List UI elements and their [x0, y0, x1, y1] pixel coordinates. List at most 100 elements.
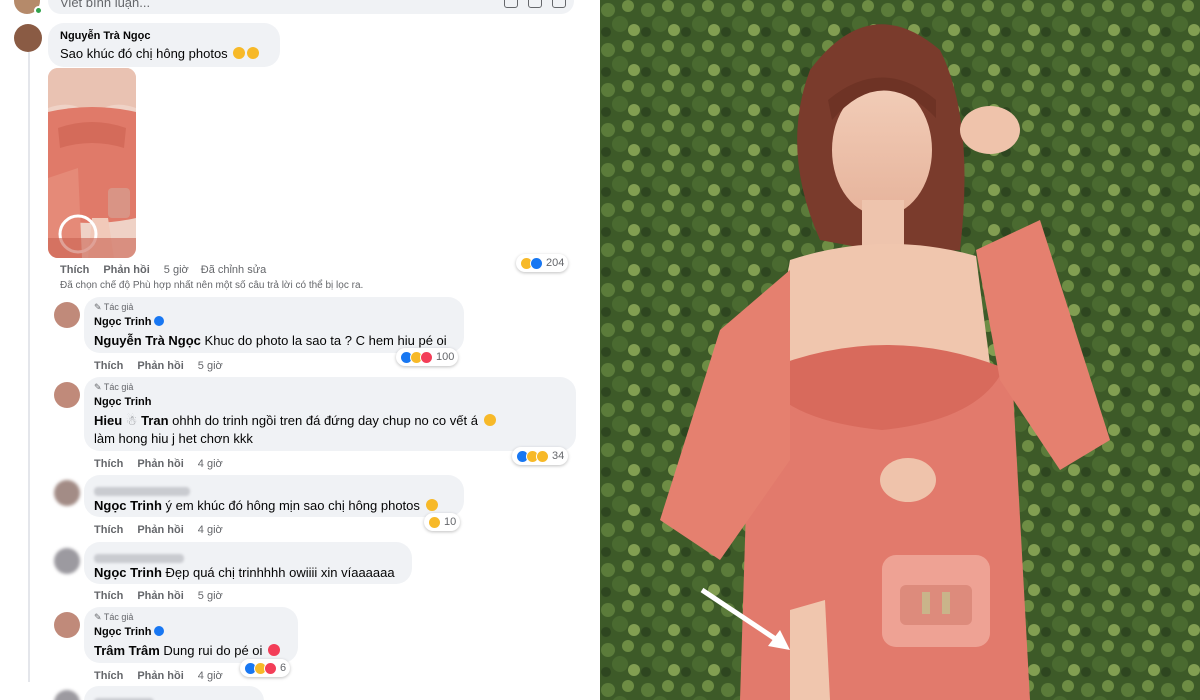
thread-line: [28, 52, 30, 682]
mention-first[interactable]: Hieu: [94, 413, 122, 428]
grin-emoji-icon: [247, 47, 260, 59]
reaction-count: 10: [444, 516, 457, 528]
comment-actions: Thích Phản hồi 4 giờ: [94, 670, 235, 682]
comment-text: Trâm Trâm Dung rui do pé oi: [94, 643, 281, 658]
reply-button[interactable]: Phản hồi: [137, 524, 183, 536]
comment-text: Nguyễn Trà Ngọc Khuc do photo la sao ta …: [94, 333, 447, 348]
love-icon: [420, 350, 433, 364]
comment-author-name: Ngọc Trinh: [94, 396, 152, 408]
comment-text-line1: ohhh do trinh ngồi tren đá đứng day chup…: [172, 413, 478, 428]
comment-actions: Thích Phản hồi 5 giờ: [94, 590, 235, 602]
comment-input[interactable]: Viết bình luận...: [48, 0, 574, 14]
featured-photo: [600, 0, 1200, 700]
comment-author[interactable]: Ngọc Trinh: [94, 626, 165, 638]
mention-link[interactable]: Ngọc Trinh: [94, 498, 162, 513]
comment-bubble: Ngọc Trinh ý em khúc đó hông mịn sao chị…: [84, 475, 464, 517]
comment-composer[interactable]: Viết bình luận...: [14, 0, 574, 15]
avatar[interactable]: [54, 690, 80, 700]
like-button[interactable]: Thích: [94, 670, 123, 682]
comment-author[interactable]: [94, 694, 154, 700]
comment-text-body: ý em khúc đó hông mịn sao chị hông photo…: [165, 498, 420, 513]
timestamp[interactable]: 5 giờ: [198, 360, 223, 372]
blurred-author-name: [94, 554, 184, 564]
camera-icon[interactable]: [528, 0, 542, 8]
comment-photo[interactable]: [48, 68, 136, 258]
laughing-emoji-icon: [425, 499, 438, 511]
comment-bubble: ✎ Tác giả Ngọc Trinh Trâm Trâm Dung rui …: [84, 607, 298, 663]
mention-link[interactable]: Nguyễn Trà Ngọc: [94, 333, 201, 348]
comment-bubble: [84, 686, 264, 700]
reaction-count: 204: [546, 257, 565, 269]
like-button[interactable]: Thích: [94, 458, 123, 470]
comment-actions: Thích Phản hồi 5 giờ: [94, 360, 235, 372]
like-button[interactable]: Thích: [94, 590, 123, 602]
comment-text: Sao khúc đó chị hông photos: [60, 46, 260, 61]
grin-emoji-icon: [233, 47, 246, 59]
timestamp[interactable]: 5 giờ: [164, 264, 189, 276]
comment-input-placeholder: Viết bình luận...: [60, 0, 151, 10]
comment-text: Ngọc Trinh Đẹp quá chị trinhhhh owiiii x…: [94, 565, 395, 580]
reply-button[interactable]: Phản hồi: [103, 264, 149, 276]
comment-text-body: Đẹp quá chị trinhhhh owiiii xin víaaaaaa: [165, 565, 395, 580]
care-icon: [536, 449, 549, 463]
comment-text: Hieu ☃ Tran ohhh do trinh ngồi tren đá đ…: [94, 413, 496, 429]
comment-author-name: Ngọc Trinh: [94, 316, 152, 328]
reply-button[interactable]: Phản hồi: [137, 590, 183, 602]
author-badge: ✎ Tác giả: [94, 382, 134, 392]
mention-link[interactable]: Ngọc Trinh: [94, 565, 162, 580]
like-button[interactable]: Thích: [94, 360, 123, 372]
comment-author[interactable]: Nguyễn Trà Ngọc: [60, 30, 150, 42]
avatar[interactable]: [54, 480, 80, 506]
reply-button[interactable]: Phản hồi: [137, 670, 183, 682]
edited-label: Đã chỉnh sửa: [200, 264, 267, 276]
timestamp[interactable]: 4 giờ: [198, 458, 223, 470]
reply-button[interactable]: Phản hồi: [137, 360, 183, 372]
reaction-summary[interactable]: 10: [424, 513, 461, 531]
comment-bubble: ✎ Tác giả Ngọc Trinh Nguyễn Trà Ngọc Khu…: [84, 297, 464, 353]
timestamp[interactable]: 5 giờ: [198, 590, 223, 602]
haha-icon: [428, 515, 441, 529]
like-button[interactable]: Thích: [60, 264, 89, 276]
comment-text-body: Dung rui do pé oi: [163, 643, 263, 658]
mention-last[interactable]: Tran: [141, 413, 168, 428]
emoji-icon[interactable]: [504, 0, 518, 8]
reaction-summary[interactable]: 6: [240, 659, 291, 677]
author-badge-label: Tác giả: [103, 382, 134, 392]
verified-badge-icon: [154, 626, 165, 636]
love-icon: [264, 661, 277, 675]
comment-text: Ngọc Trinh ý em khúc đó hông mịn sao chị…: [94, 498, 438, 513]
reaction-summary[interactable]: 100: [396, 348, 459, 366]
like-button[interactable]: Thích: [94, 524, 123, 536]
timestamp[interactable]: 4 giờ: [198, 670, 223, 682]
blurred-author-name: [94, 487, 190, 497]
reaction-summary[interactable]: 34: [512, 447, 569, 465]
comment-bubble: Nguyễn Trà Ngọc Sao khúc đó chị hông pho…: [48, 23, 280, 67]
author-badge: ✎ Tác giả: [94, 302, 134, 312]
filter-note: Đã chọn chế độ Phù hợp nhất nên một số c…: [60, 280, 364, 291]
avatar[interactable]: [14, 24, 42, 52]
like-icon: [530, 256, 543, 270]
mention-link[interactable]: Trâm Trâm: [94, 643, 160, 658]
online-status-icon: [34, 6, 43, 15]
comment-author[interactable]: Ngọc Trinh: [94, 396, 151, 408]
grin-emoji-icon: [483, 414, 496, 426]
comment-actions: Thích Phản hồi 5 giờ Đã chỉnh sửa: [60, 264, 278, 276]
author-badge-label: Tác giả: [103, 612, 134, 622]
author-badge-label: Tác giả: [103, 302, 134, 312]
photo-thumbnail: [48, 68, 136, 258]
comment-author-name: Ngọc Trinh: [94, 626, 152, 638]
avatar[interactable]: [54, 382, 80, 408]
smiling-hearts-emoji-icon: [268, 644, 281, 656]
comment-author[interactable]: Ngọc Trinh: [94, 316, 165, 328]
reaction-count: 100: [436, 351, 455, 363]
reply-button[interactable]: Phản hồi: [137, 458, 183, 470]
woman-pink-dress-photo: [600, 0, 1200, 700]
avatar[interactable]: [54, 612, 80, 638]
comment-bubble: Ngọc Trinh Đẹp quá chị trinhhhh owiiii x…: [84, 542, 412, 584]
avatar[interactable]: [54, 548, 80, 574]
timestamp[interactable]: 4 giờ: [198, 524, 223, 536]
reaction-summary[interactable]: 204: [516, 254, 569, 272]
author-badge: ✎ Tác giả: [94, 612, 134, 622]
sticker-icon[interactable]: [552, 0, 566, 8]
avatar[interactable]: [54, 302, 80, 328]
